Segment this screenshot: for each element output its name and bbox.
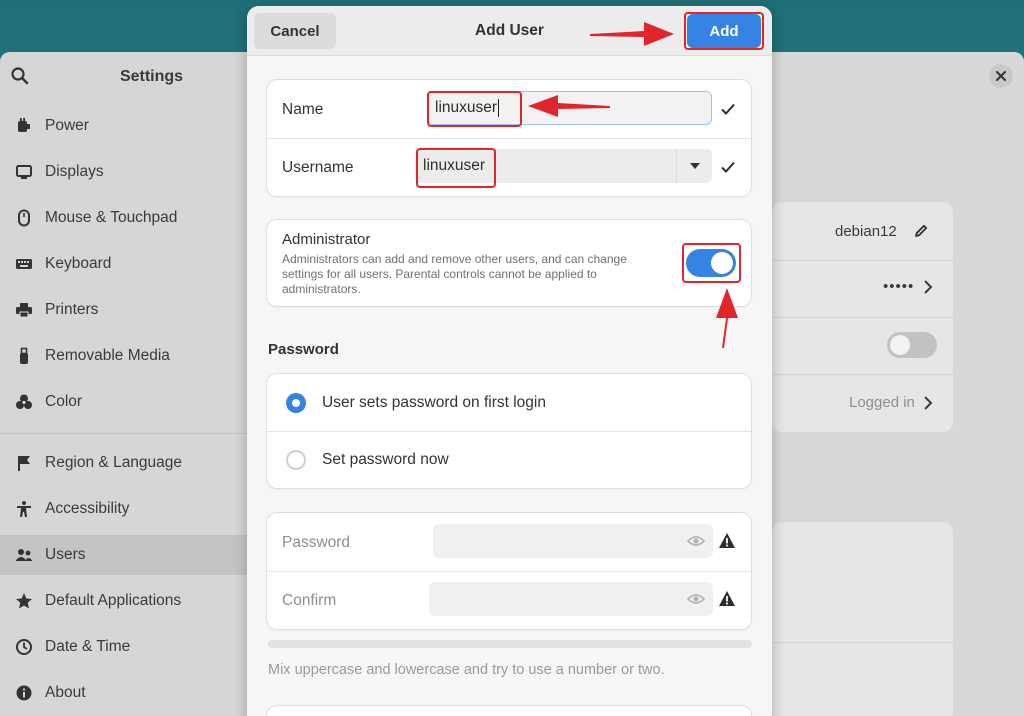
eye-icon[interactable] xyxy=(687,534,705,548)
password-mask: ••••• xyxy=(883,278,915,295)
annotation-box-add xyxy=(684,12,764,50)
sidebar-item-label: About xyxy=(45,684,86,701)
password-label: Password xyxy=(282,534,351,551)
password-hint: Mix uppercase and lowercase and try to u… xyxy=(268,662,665,678)
sidebar-item-label: Keyboard xyxy=(45,255,112,272)
sidebar-header: Settings xyxy=(0,52,247,102)
last-login-value: Logged in xyxy=(849,394,915,411)
keyboard-icon xyxy=(15,255,33,273)
sidebar-item-printers[interactable]: Printers xyxy=(0,290,247,330)
set-now-radio[interactable] xyxy=(286,450,306,470)
administrator-title: Administrator xyxy=(282,231,371,248)
password-mode-card: User sets password on first login Set pa… xyxy=(267,374,751,488)
sidebar-item-label: Mouse & Touchpad xyxy=(45,209,178,226)
sidebar-divider xyxy=(0,433,247,434)
color-icon xyxy=(15,393,33,411)
accessibility-icon xyxy=(15,500,33,518)
username-dropdown-button[interactable] xyxy=(676,149,712,183)
power-icon xyxy=(15,117,33,135)
administrator-description-2: settings for all users. Parental control… xyxy=(282,267,597,281)
usb-icon xyxy=(15,347,33,365)
sidebar-item-users[interactable]: Users xyxy=(0,535,247,575)
sidebar-item-label: Removable Media xyxy=(45,347,170,364)
warning-icon xyxy=(719,591,735,606)
sidebar-item-label: Region & Language xyxy=(45,454,183,471)
mouse-icon xyxy=(15,209,33,227)
sidebar-item-about[interactable]: About xyxy=(0,673,247,713)
check-icon xyxy=(721,161,735,173)
clock-icon xyxy=(15,638,33,656)
users-icon xyxy=(15,546,33,564)
sidebar-item-label: Color xyxy=(45,393,83,410)
administrator-description-1: Administrators can add and remove other … xyxy=(282,252,627,266)
annotation-box-name xyxy=(427,91,522,127)
confirm-field[interactable] xyxy=(429,582,713,616)
display-icon xyxy=(15,163,33,181)
star-icon xyxy=(15,592,33,610)
username-label: Username xyxy=(282,159,354,176)
name-label: Name xyxy=(282,101,324,118)
chevron-right-icon xyxy=(924,280,933,294)
password-strength-bar xyxy=(268,640,752,648)
first-login-radio[interactable] xyxy=(286,393,306,413)
sidebar-item-keyboard[interactable]: Keyboard xyxy=(0,244,247,284)
username-value: debian12 xyxy=(835,223,897,240)
sidebar-item-label: Power xyxy=(45,117,89,134)
set-now-label[interactable]: Set password now xyxy=(322,451,449,469)
annotation-box-admin-toggle xyxy=(682,243,741,283)
sidebar-item-removable-media[interactable]: Removable Media xyxy=(0,336,247,376)
chevron-down-icon xyxy=(689,163,700,169)
sidebar-item-date-time[interactable]: Date & Time xyxy=(0,627,247,667)
sidebar-item-color[interactable]: Color xyxy=(0,382,247,422)
extra-card xyxy=(267,706,751,716)
other-users-card xyxy=(772,522,953,716)
sidebar-item-label: Date & Time xyxy=(45,638,131,655)
check-icon xyxy=(721,103,735,115)
edit-icon[interactable] xyxy=(913,223,929,239)
sidebar-item-mouse-touchpad[interactable]: Mouse & Touchpad xyxy=(0,198,247,238)
sidebar-item-accessibility[interactable]: Accessibility xyxy=(0,489,247,529)
administrator-description-3: administrators. xyxy=(282,282,361,296)
autologin-toggle[interactable] xyxy=(887,332,937,358)
sidebar-item-label: Accessibility xyxy=(45,500,130,517)
administrator-card: Administrator Administrators can add and… xyxy=(267,220,751,306)
sidebar-item-displays[interactable]: Displays xyxy=(0,152,247,192)
sidebar-item-power[interactable]: Power xyxy=(0,106,247,146)
info-icon xyxy=(15,684,33,702)
sidebar-item-default-applications[interactable]: Default Applications xyxy=(0,581,247,621)
printer-icon xyxy=(15,301,33,319)
sidebar-item-label: Printers xyxy=(45,301,99,318)
close-button[interactable] xyxy=(989,64,1013,88)
confirm-label: Confirm xyxy=(282,592,337,609)
password-field[interactable] xyxy=(433,524,713,558)
user-details-card: debian12 ••••• Logged in xyxy=(772,202,953,432)
first-login-label[interactable]: User sets password on first login xyxy=(322,394,546,412)
settings-sidebar: Settings Power Displays Mouse & Touchpad Ke… xyxy=(0,52,247,716)
sidebar-item-label: Default Applications xyxy=(45,592,182,609)
password-section-title: Password xyxy=(268,341,339,358)
close-icon xyxy=(996,71,1006,81)
sidebar-item-region-language[interactable]: Region & Language xyxy=(0,443,247,483)
annotation-box-username xyxy=(416,148,496,188)
sidebar-item-label: Displays xyxy=(45,163,104,180)
password-fields-card: Password Confirm xyxy=(267,513,751,629)
chevron-right-icon xyxy=(924,396,933,410)
eye-icon[interactable] xyxy=(687,592,705,606)
sidebar-item-label: Users xyxy=(45,546,86,563)
flag-icon xyxy=(15,454,33,472)
warning-icon xyxy=(719,533,735,548)
